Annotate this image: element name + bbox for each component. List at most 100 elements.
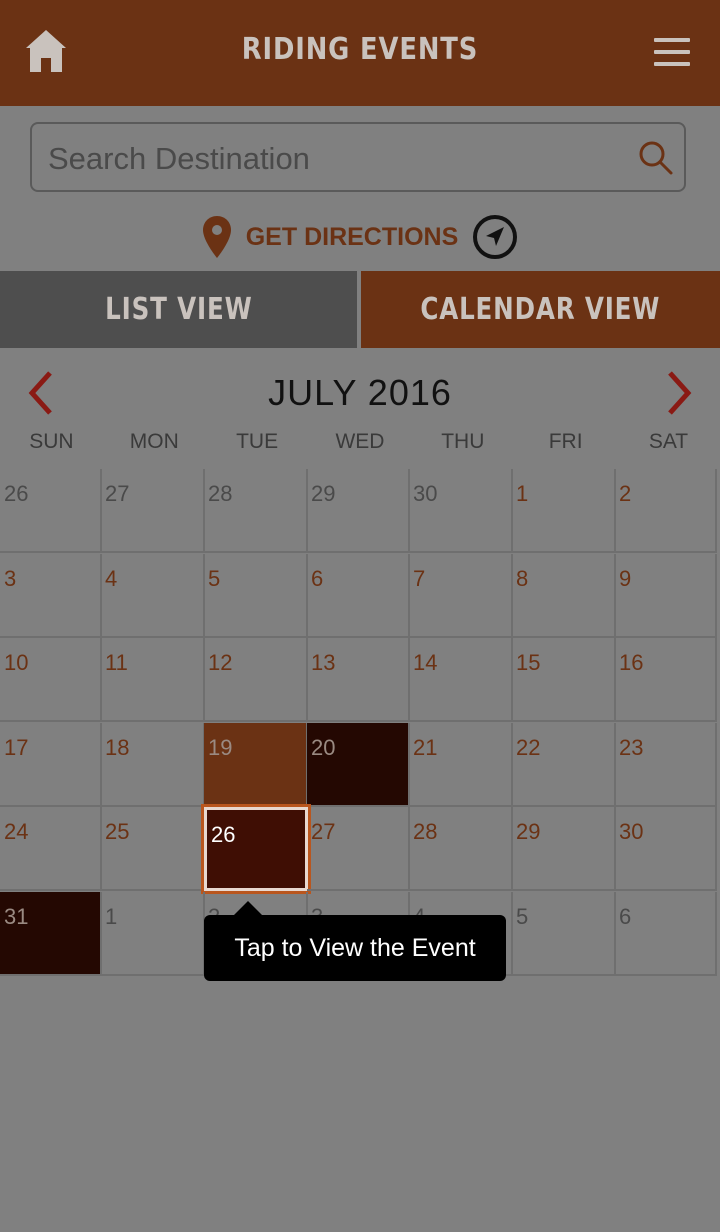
calendar-day[interactable]: 30 <box>409 469 513 553</box>
day-number: 27 <box>105 481 130 506</box>
calendar-day[interactable]: 29 <box>307 469 410 553</box>
calendar-day[interactable]: 28 <box>204 469 308 553</box>
search-icon[interactable] <box>638 140 674 176</box>
calendar-day[interactable]: 9 <box>615 553 717 638</box>
day-number: 1 <box>516 481 529 506</box>
dow-label: SUN <box>29 430 74 453</box>
dow-label: SAT <box>648 430 689 453</box>
calendar-day[interactable]: 3 <box>0 553 102 638</box>
day-number: 15 <box>516 650 541 676</box>
search-input[interactable] <box>46 136 630 182</box>
calendar-day[interactable]: 5 <box>204 553 308 638</box>
day-number: 29 <box>311 481 336 506</box>
calendar-day[interactable]: 16 <box>615 638 717 723</box>
day-number: 3 <box>4 565 17 591</box>
calendar-day[interactable]: 28 <box>409 807 513 892</box>
day-number: 18 <box>105 734 130 760</box>
day-number: 11 <box>105 650 128 676</box>
calendar-day[interactable]: 11 <box>101 638 205 723</box>
calendar-day[interactable]: 26 <box>0 469 102 553</box>
calendar-day[interactable]: 7 <box>409 553 513 638</box>
day-number: 1 <box>105 904 118 929</box>
day-number: 28 <box>208 481 233 506</box>
location-pin-icon <box>202 216 231 258</box>
calendar-day[interactable]: 21 <box>409 722 513 807</box>
get-directions-label: GET DIRECTIONS <box>245 222 459 251</box>
calendar-day[interactable]: 1 <box>512 469 616 553</box>
day-number: 30 <box>619 819 644 845</box>
day-number: 27 <box>311 819 336 845</box>
day-number: 2 <box>619 481 632 506</box>
calendar-day[interactable]: 25 <box>101 807 205 892</box>
calendar-day[interactable]: 4 <box>101 553 205 638</box>
dow-label: MON <box>129 430 179 453</box>
day-number: 4 <box>105 565 118 591</box>
calendar-day[interactable]: 5 <box>512 892 616 976</box>
month-title: JULY 2016 <box>268 372 452 413</box>
day-number: 8 <box>516 565 529 591</box>
calendar-day-event[interactable]: 31 <box>0 892 102 976</box>
calendar-day[interactable]: 24 <box>0 807 102 892</box>
calendar-day[interactable]: 15 <box>512 638 616 723</box>
day-number: 31 <box>4 904 29 929</box>
calendar-day[interactable]: 27 <box>307 807 410 892</box>
calendar-day[interactable]: 6 <box>307 553 410 638</box>
app-header: RIDING EVENTS <box>0 0 720 106</box>
search-box <box>30 122 686 192</box>
day-number: 6 <box>619 904 632 929</box>
day-number: 26 <box>4 481 29 506</box>
hamburger-menu-icon[interactable] <box>654 38 690 66</box>
tab-calendar-view[interactable]: CALENDAR VIEW <box>361 271 720 348</box>
navigation-arrow-icon[interactable] <box>472 214 518 260</box>
calendar-day-event[interactable]: 26 <box>201 804 311 895</box>
day-number: 17 <box>4 734 29 760</box>
calendar-day[interactable]: 27 <box>101 469 205 553</box>
day-number: 26 <box>211 822 236 848</box>
calendar-day[interactable]: 8 <box>512 553 616 638</box>
calendar-day[interactable]: 23 <box>615 722 717 807</box>
day-number: 20 <box>311 734 336 760</box>
dow-label: THU <box>441 430 485 453</box>
tab-list-view[interactable]: LIST VIEW <box>0 271 357 348</box>
calendar-day[interactable]: 18 <box>101 722 205 807</box>
day-number: 22 <box>516 734 541 760</box>
dow-label: FRI <box>548 430 583 453</box>
calendar-day[interactable]: 2 <box>615 469 717 553</box>
day-number: 10 <box>4 650 29 676</box>
get-directions-button[interactable]: GET DIRECTIONS <box>0 214 720 264</box>
dow-label: WED <box>335 430 385 453</box>
day-number: 28 <box>413 819 438 845</box>
page-title: RIDING EVENTS <box>241 32 479 67</box>
day-number: 19 <box>208 734 233 760</box>
search-section: GET DIRECTIONS <box>0 106 720 271</box>
day-number: 23 <box>619 734 644 760</box>
day-number: 24 <box>4 819 29 845</box>
day-number: 7 <box>413 565 426 591</box>
dow-label: TUE <box>236 430 279 453</box>
day-number: 6 <box>311 565 324 591</box>
day-number: 14 <box>413 650 438 676</box>
day-number: 5 <box>516 904 529 929</box>
calendar-day-event[interactable]: 20 <box>307 722 410 807</box>
day-number: 13 <box>311 650 336 676</box>
calendar-day[interactable]: 29 <box>512 807 616 892</box>
calendar-day[interactable]: 30 <box>615 807 717 892</box>
chevron-right-icon[interactable] <box>664 370 694 416</box>
calendar-day[interactable]: 17 <box>0 722 102 807</box>
day-number: 5 <box>208 565 221 591</box>
calendar-day[interactable]: 13 <box>307 638 410 723</box>
event-tooltip: Tap to View the Event <box>204 901 506 981</box>
day-number: 21 <box>413 734 438 760</box>
day-number: 12 <box>208 650 233 676</box>
day-number: 16 <box>619 650 644 676</box>
calendar-day[interactable]: 6 <box>615 892 717 976</box>
calendar-day[interactable]: 1 <box>101 892 205 976</box>
calendar-day[interactable]: 10 <box>0 638 102 723</box>
month-navigation: JULY 2016 <box>0 350 720 430</box>
calendar-day[interactable]: 12 <box>204 638 308 723</box>
day-number: 25 <box>105 819 130 845</box>
calendar-day[interactable]: 14 <box>409 638 513 723</box>
day-number: 30 <box>413 481 438 506</box>
calendar-day-event[interactable]: 19 <box>204 722 308 807</box>
calendar-day[interactable]: 22 <box>512 722 616 807</box>
